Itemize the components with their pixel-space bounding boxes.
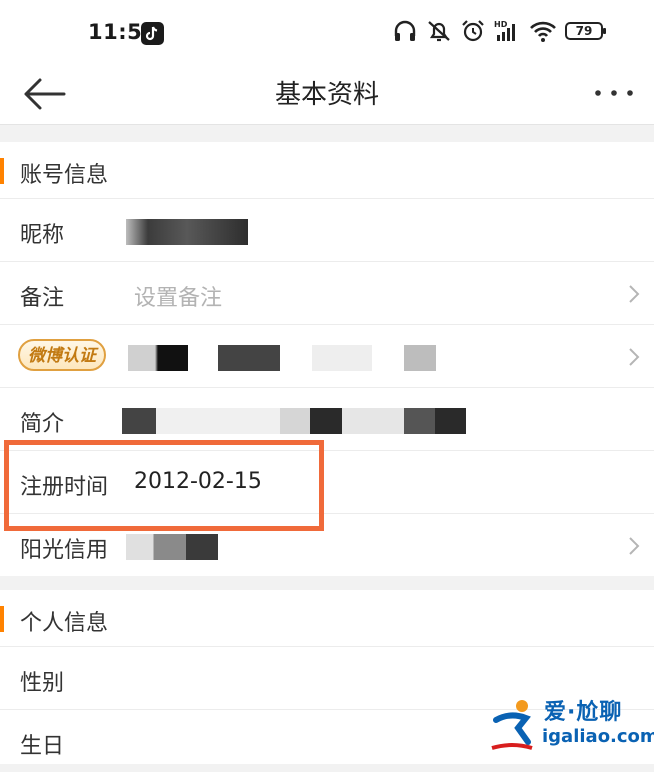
redacted-intro <box>122 408 156 434</box>
gender-label: 性别 <box>20 671 65 696</box>
redacted-intro-3 <box>280 408 310 434</box>
battery-icon: 79 <box>565 22 606 40</box>
row-verification[interactable]: 微博认证 <box>0 325 654 388</box>
redacted-intro-2 <box>156 408 280 434</box>
chevron-right-icon <box>628 347 640 367</box>
redacted-verify-info <box>128 345 188 371</box>
redacted-verify-info-4 <box>404 345 436 371</box>
section-header-account: 账号信息 <box>0 142 654 199</box>
section-header-personal: 个人信息 <box>0 590 654 647</box>
more-icon[interactable] <box>592 78 636 108</box>
section-title-account: 账号信息 <box>20 163 109 188</box>
nickname-label: 昵称 <box>20 223 65 248</box>
status-bar: 11:55 HD 79 <box>0 0 654 64</box>
redacted-nickname <box>126 219 248 245</box>
headphones-icon <box>392 18 418 44</box>
redacted-verify-info-3 <box>312 345 372 371</box>
watermark-url-text: igaliao.com <box>542 726 654 747</box>
remark-label: 备注 <box>20 286 65 311</box>
highlight-annotation-box <box>4 440 324 531</box>
sunshine-credit-label: 阳光信用 <box>20 538 109 563</box>
svg-text:HD: HD <box>494 20 508 29</box>
row-remark[interactable]: 备注 设置备注 <box>0 262 654 325</box>
chevron-right-icon <box>628 536 640 556</box>
section-accent-bar <box>0 158 4 184</box>
redacted-intro-6 <box>404 408 466 434</box>
section-accent-bar <box>0 606 4 632</box>
nav-bar: 基本资料 <box>0 64 654 125</box>
section-title-personal: 个人信息 <box>20 611 109 636</box>
watermark-logo-icon <box>488 696 544 756</box>
weibo-verify-badge: 微博认证 <box>18 339 106 371</box>
row-nickname[interactable]: 昵称 <box>0 199 654 262</box>
status-icons: HD 79 <box>392 18 606 44</box>
page-title: 基本资料 <box>274 80 379 110</box>
igaliao-watermark: 爱·尬聊 igaliao.com <box>488 692 654 756</box>
remark-placeholder: 设置备注 <box>134 286 223 311</box>
redacted-credit <box>126 534 218 560</box>
tiktok-icon <box>141 22 164 45</box>
chevron-right-icon <box>628 284 640 304</box>
redacted-intro-5 <box>342 408 404 434</box>
alarm-icon <box>460 18 486 44</box>
mute-icon <box>425 18 453 44</box>
watermark-cn-text: 爱·尬聊 <box>544 700 623 725</box>
wifi-icon <box>528 18 558 44</box>
redacted-verify-info-2 <box>218 345 280 371</box>
birthday-label: 生日 <box>20 734 65 759</box>
redacted-intro-4 <box>310 408 342 434</box>
signal-icon: HD <box>493 18 521 44</box>
intro-label: 简介 <box>20 412 65 437</box>
